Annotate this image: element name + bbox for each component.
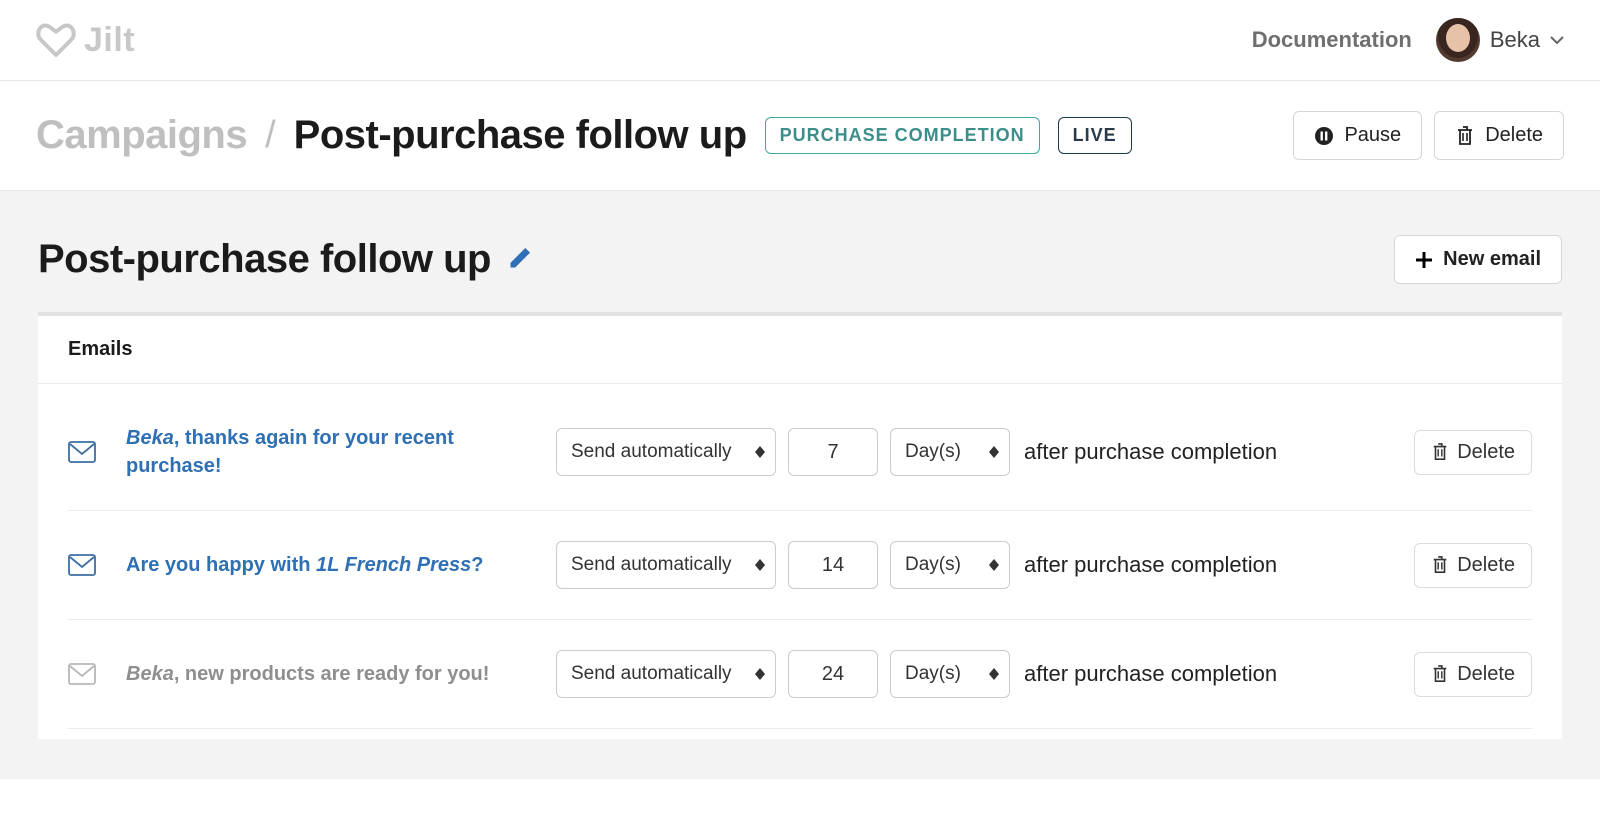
delay-unit-select[interactable]: Day(s) xyxy=(890,541,1010,589)
send-mode-cell: Send automatically xyxy=(556,541,776,589)
breadcrumb-separator: / xyxy=(265,114,276,157)
updown-icon xyxy=(989,446,999,458)
updown-icon xyxy=(989,559,999,571)
delete-email-label: Delete xyxy=(1457,663,1515,686)
send-mode-cell: Send automatically xyxy=(556,650,776,698)
header-actions: Pause Delete xyxy=(1293,111,1564,160)
send-mode-value: Send automatically xyxy=(571,554,732,576)
updown-icon xyxy=(989,668,999,680)
top-bar: Jilt Documentation Beka xyxy=(0,0,1600,81)
email-row: Beka, thanks again for your recent purch… xyxy=(68,394,1532,511)
chevron-down-icon xyxy=(1550,35,1564,45)
delay-unit-select[interactable]: Day(s) xyxy=(890,650,1010,698)
delay-unit-cell: Day(s) xyxy=(890,650,1010,698)
status-badge: LIVE xyxy=(1058,117,1132,154)
trash-icon xyxy=(1431,442,1449,462)
email-row-icon-cell xyxy=(68,441,126,463)
breadcrumb-root[interactable]: Campaigns xyxy=(36,113,247,158)
delete-campaign-button[interactable]: Delete xyxy=(1434,111,1564,160)
title-row: Post-purchase follow up New email xyxy=(10,221,1590,312)
delete-campaign-label: Delete xyxy=(1485,124,1543,147)
email-row-icon-cell xyxy=(68,663,126,685)
breadcrumb-current: Post-purchase follow up xyxy=(294,113,747,158)
email-subject-link[interactable]: Are you happy with 1L French Press? xyxy=(126,554,484,576)
delete-email-button[interactable]: Delete xyxy=(1414,652,1532,697)
envelope-icon xyxy=(68,663,96,685)
delete-email-button[interactable]: Delete xyxy=(1414,543,1532,588)
delay-unit-select[interactable]: Day(s) xyxy=(890,428,1010,476)
plus-icon xyxy=(1415,251,1433,269)
brand-name: Jilt xyxy=(84,21,135,60)
pause-label: Pause xyxy=(1344,124,1401,147)
send-mode-select[interactable]: Send automatically xyxy=(556,428,776,476)
delay-value-input[interactable] xyxy=(799,440,867,465)
updown-icon xyxy=(755,668,765,680)
delay-value-cell xyxy=(788,541,878,589)
delay-value-cell xyxy=(788,650,878,698)
brand-logo: Jilt xyxy=(36,21,135,60)
pencil-icon xyxy=(507,243,535,271)
delay-value-wrap xyxy=(788,650,878,698)
delete-email-label: Delete xyxy=(1457,441,1515,464)
trash-icon xyxy=(1455,125,1475,147)
page-title: Post-purchase follow up xyxy=(38,237,491,282)
user-menu[interactable]: Beka xyxy=(1436,18,1564,62)
send-mode-cell: Send automatically xyxy=(556,428,776,476)
email-row: Beka, new products are ready for you! Se… xyxy=(68,620,1532,729)
page-header: Campaigns / Post-purchase follow up PURC… xyxy=(0,81,1600,191)
email-row: Are you happy with 1L French Press? Send… xyxy=(68,511,1532,620)
send-mode-value: Send automatically xyxy=(571,663,732,685)
email-subject-link[interactable]: Beka, new products are ready for you! xyxy=(126,663,489,685)
delay-value-wrap xyxy=(788,541,878,589)
breadcrumb: Campaigns / Post-purchase follow up PURC… xyxy=(36,113,1132,158)
after-text: after purchase completion xyxy=(1010,661,1414,687)
topbar-right: Documentation Beka xyxy=(1252,18,1564,62)
after-text: after purchase completion xyxy=(1010,552,1414,578)
avatar xyxy=(1436,18,1480,62)
panel-heading: Emails xyxy=(38,316,1562,384)
updown-icon xyxy=(755,559,765,571)
delay-value-input[interactable] xyxy=(799,553,867,578)
user-name: Beka xyxy=(1490,27,1540,53)
delete-cell: Delete xyxy=(1414,543,1532,588)
pause-icon xyxy=(1314,126,1334,146)
delete-cell: Delete xyxy=(1414,430,1532,475)
edit-title-button[interactable] xyxy=(507,243,535,276)
email-subject-cell: Beka, new products are ready for you! xyxy=(126,660,556,688)
envelope-icon xyxy=(68,441,96,463)
canvas: Post-purchase follow up New email Emails… xyxy=(0,191,1600,779)
delete-email-label: Delete xyxy=(1457,554,1515,577)
email-row-icon-cell xyxy=(68,554,126,576)
trash-icon xyxy=(1431,555,1449,575)
email-rows: Beka, thanks again for your recent purch… xyxy=(38,384,1562,739)
delay-value-input[interactable] xyxy=(799,662,867,687)
send-mode-value: Send automatically xyxy=(571,441,732,463)
trash-icon xyxy=(1431,664,1449,684)
category-badge: PURCHASE COMPLETION xyxy=(765,117,1040,154)
delay-unit-value: Day(s) xyxy=(905,554,961,576)
new-email-label: New email xyxy=(1443,248,1541,271)
delay-unit-value: Day(s) xyxy=(905,441,961,463)
heart-icon xyxy=(36,21,76,59)
documentation-link[interactable]: Documentation xyxy=(1252,27,1412,53)
delay-unit-cell: Day(s) xyxy=(890,428,1010,476)
email-subject-cell: Beka, thanks again for your recent purch… xyxy=(126,424,556,480)
delay-unit-cell: Day(s) xyxy=(890,541,1010,589)
new-email-button[interactable]: New email xyxy=(1394,235,1562,284)
emails-panel: Emails Beka, thanks again for your recen… xyxy=(38,312,1562,739)
send-mode-select[interactable]: Send automatically xyxy=(556,650,776,698)
envelope-icon xyxy=(68,554,96,576)
updown-icon xyxy=(755,446,765,458)
delete-email-button[interactable]: Delete xyxy=(1414,430,1532,475)
delete-cell: Delete xyxy=(1414,652,1532,697)
pause-button[interactable]: Pause xyxy=(1293,111,1422,160)
send-mode-select[interactable]: Send automatically xyxy=(556,541,776,589)
delay-value-wrap xyxy=(788,428,878,476)
after-text: after purchase completion xyxy=(1010,439,1414,465)
delay-value-cell xyxy=(788,428,878,476)
delay-unit-value: Day(s) xyxy=(905,663,961,685)
email-subject-cell: Are you happy with 1L French Press? xyxy=(126,551,556,579)
email-subject-link[interactable]: Beka, thanks again for your recent purch… xyxy=(126,427,454,477)
